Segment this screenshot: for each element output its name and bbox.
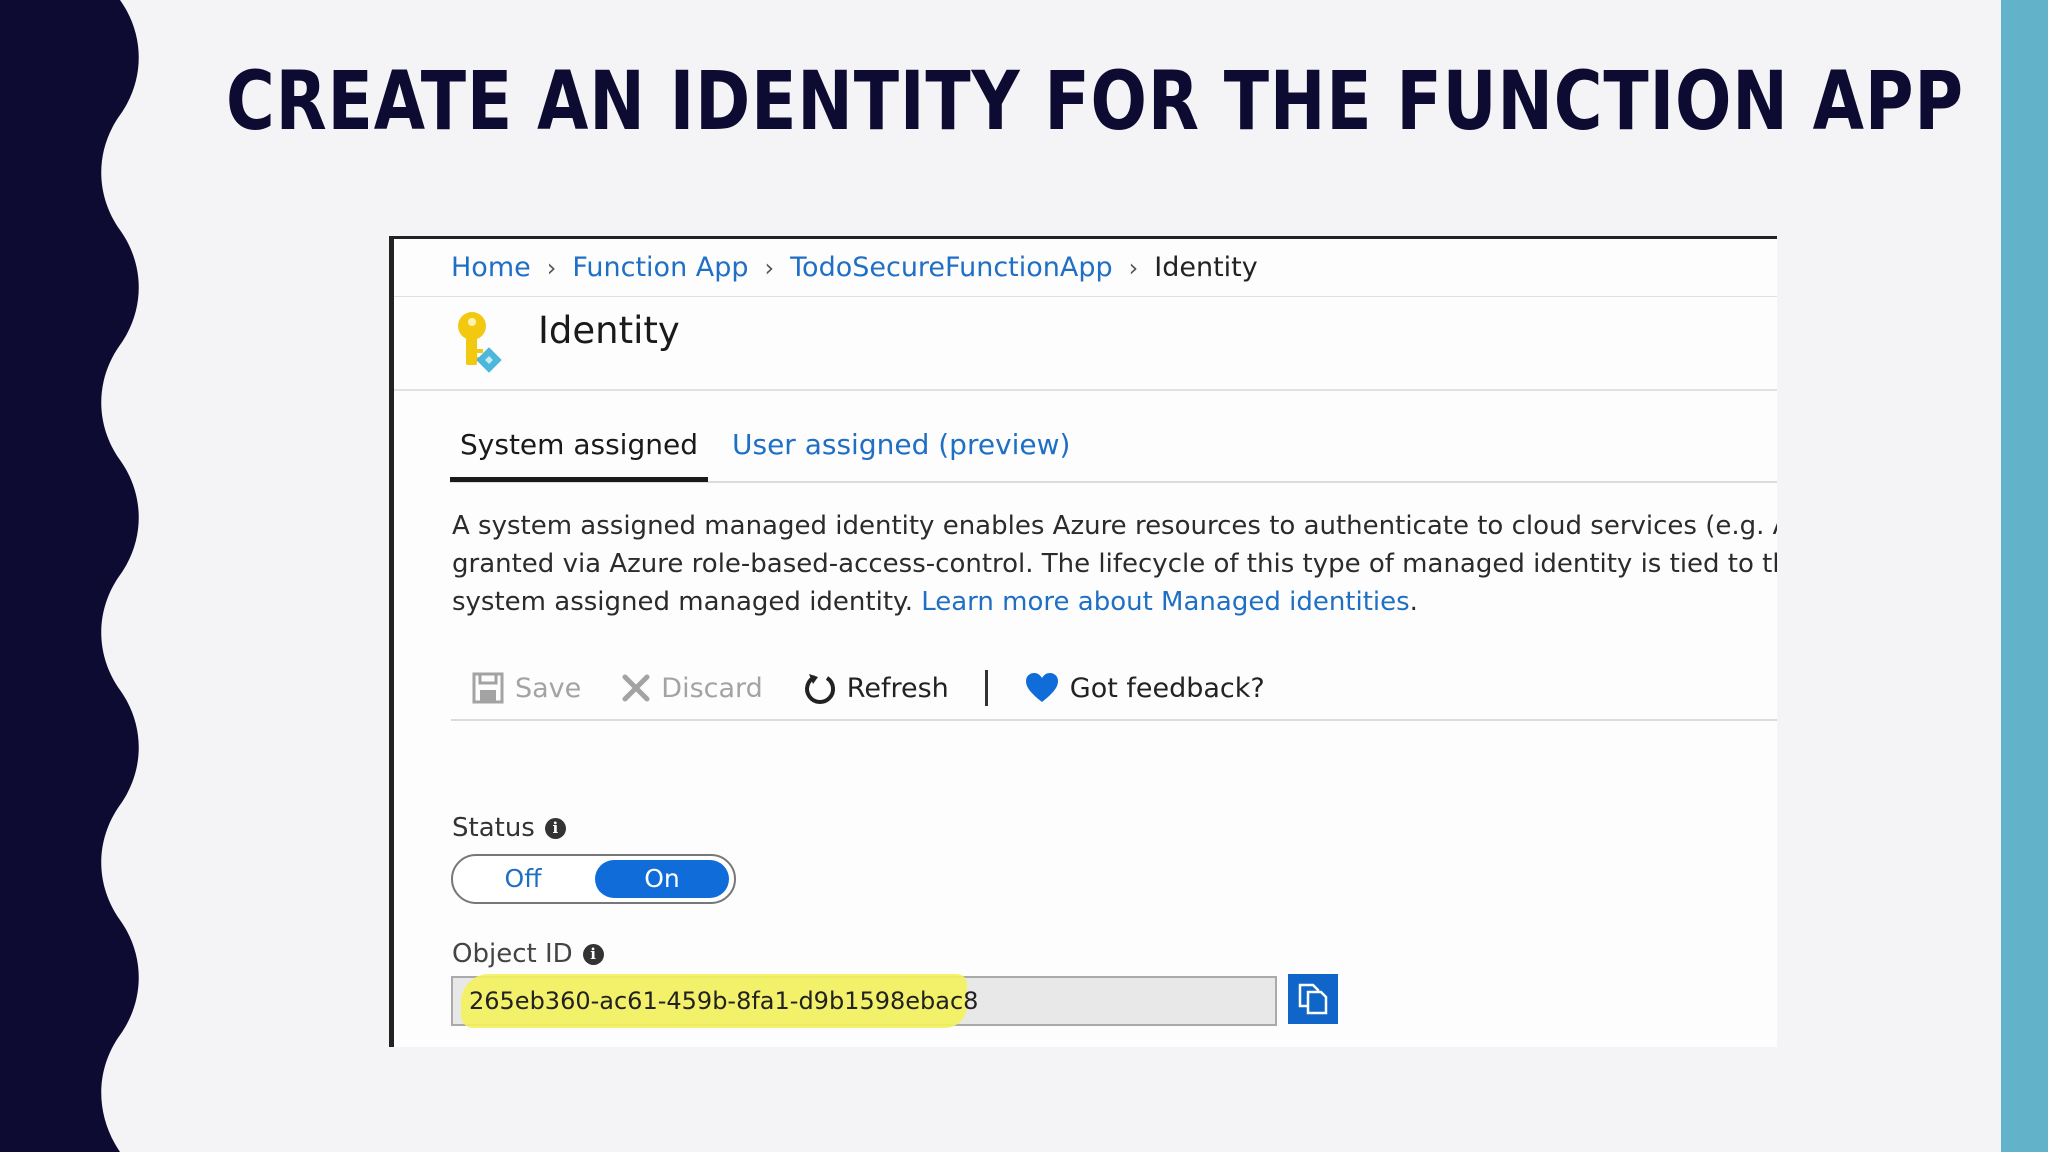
- heart-icon: [1025, 673, 1058, 702]
- breadcrumb-function-app[interactable]: Function App: [572, 252, 748, 283]
- azure-portal-screenshot: Home › Function App › TodoSecureFunction…: [389, 236, 1777, 1047]
- object-id-label-text: Object ID: [452, 939, 573, 969]
- status-toggle[interactable]: Off On: [451, 854, 736, 904]
- close-icon: [622, 674, 650, 702]
- toggle-on-option[interactable]: On: [595, 860, 729, 898]
- refresh-icon: [804, 674, 835, 704]
- learn-more-link[interactable]: Learn more about Managed identities: [921, 587, 1409, 617]
- description-line: system assigned managed identity. Learn …: [452, 583, 1777, 621]
- refresh-button[interactable]: Refresh: [803, 671, 949, 705]
- feedback-label: Got feedback?: [1069, 672, 1265, 704]
- toolbar-divider: [984, 670, 988, 706]
- copy-icon: [1298, 983, 1328, 1015]
- feedback-button[interactable]: Got feedback?: [1024, 672, 1265, 704]
- description-text: A system assigned managed identity enabl…: [452, 507, 1777, 621]
- toggle-off-option[interactable]: Off: [453, 856, 593, 902]
- description-period: .: [1409, 587, 1418, 617]
- description-line-text: system assigned managed identity.: [452, 587, 922, 617]
- save-button[interactable]: Save: [471, 671, 581, 705]
- copy-button[interactable]: [1288, 974, 1338, 1024]
- tab-user-assigned[interactable]: User assigned (preview): [732, 419, 1070, 477]
- decorative-wave-border: [0, 0, 139, 1152]
- save-icon: [472, 672, 504, 704]
- status-label: Status i: [452, 813, 566, 843]
- description-line: granted via Azure role-based-access-cont…: [452, 549, 1777, 579]
- breadcrumb-current: Identity: [1154, 252, 1258, 283]
- refresh-label: Refresh: [846, 672, 949, 704]
- command-toolbar: Save Discard Refresh Got feedback?: [451, 657, 1777, 721]
- chevron-right-icon: ›: [1128, 253, 1139, 282]
- slide-title: CREATE AN IDENTITY FOR THE FUNCTION APP: [226, 55, 1964, 149]
- info-icon[interactable]: i: [582, 943, 604, 965]
- breadcrumb-todo-secure-function-app[interactable]: TodoSecureFunctionApp: [790, 252, 1113, 283]
- page-title: Identity: [538, 309, 680, 352]
- chevron-right-icon: ›: [546, 253, 557, 282]
- chevron-right-icon: ›: [764, 253, 775, 282]
- object-id-label: Object ID i: [452, 939, 604, 969]
- breadcrumb: Home › Function App › TodoSecureFunction…: [394, 239, 1777, 297]
- status-label-text: Status: [452, 813, 535, 843]
- discard-button[interactable]: Discard: [621, 673, 763, 704]
- tab-bar: System assigned User assigned (preview): [450, 419, 1777, 483]
- breadcrumb-home[interactable]: Home: [451, 252, 531, 283]
- decorative-right-bar: [2001, 0, 2048, 1152]
- info-icon[interactable]: i: [544, 817, 566, 839]
- blade-header: Identity: [394, 297, 1777, 391]
- key-identity-icon: [458, 312, 502, 373]
- tab-system-assigned[interactable]: System assigned: [450, 419, 708, 482]
- save-label: Save: [515, 672, 582, 704]
- object-id-value[interactable]: 265eb360-ac61-459b-8fa1-d9b1598ebac8: [469, 978, 978, 1024]
- description-line: A system assigned managed identity enabl…: [452, 511, 1777, 541]
- object-id-field[interactable]: 265eb360-ac61-459b-8fa1-d9b1598ebac8: [451, 974, 1277, 1028]
- discard-label: Discard: [661, 672, 763, 704]
